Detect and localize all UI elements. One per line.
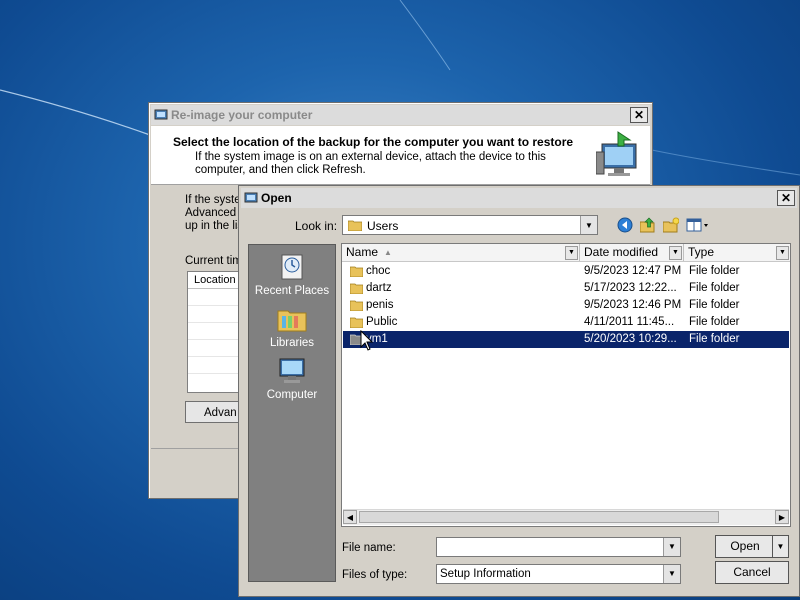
- file-date: 5/17/2023 12:22...: [584, 282, 677, 294]
- place-recent-places[interactable]: Recent Places: [249, 251, 335, 297]
- file-name-field[interactable]: ▼: [436, 537, 681, 557]
- back-icon[interactable]: [616, 216, 634, 234]
- folder-icon: [350, 317, 363, 328]
- file-type-value: Setup Information: [440, 568, 531, 580]
- up-folder-icon[interactable]: [639, 216, 657, 234]
- look-in-value: Users: [367, 219, 399, 233]
- libraries-icon: [277, 310, 307, 332]
- file-row[interactable]: penis 9/5/2023 12:46 PM File folder: [343, 297, 789, 314]
- folder-icon: [350, 266, 363, 277]
- file-type: File folder: [689, 282, 740, 294]
- file-date: 5/20/2023 10:29...: [584, 333, 677, 345]
- file-row[interactable]: choc 9/5/2023 12:47 PM File folder: [343, 263, 789, 280]
- column-name-label: Name: [346, 245, 379, 259]
- column-date-label: Date modified: [584, 245, 659, 259]
- chevron-down-icon[interactable]: ▼: [580, 216, 597, 234]
- chevron-down-icon[interactable]: ▼: [776, 246, 789, 260]
- file-type: File folder: [689, 333, 740, 345]
- open-file-dialog: Open ✕ Look in: Users ▼ Recent Places Li…: [238, 185, 800, 597]
- reimage-subtext: If the system image is on an external de…: [195, 151, 546, 176]
- look-in-label: Look in:: [295, 219, 338, 233]
- file-date: 9/5/2023 12:46 PM: [584, 299, 682, 311]
- scrollbar-thumb[interactable]: [359, 511, 719, 523]
- open-titlebar[interactable]: Open ✕: [241, 188, 797, 208]
- advanced-button[interactable]: Advan: [185, 401, 245, 423]
- view-menu-icon[interactable]: [685, 216, 711, 234]
- open-dialog-icon: [244, 192, 258, 203]
- file-type: File folder: [689, 265, 740, 277]
- file-name: dartz: [366, 282, 392, 294]
- reimage-title: Re-image your computer: [171, 108, 313, 122]
- file-row-selected[interactable]: vm1 5/20/2023 10:29... File folder: [343, 331, 789, 348]
- file-type: File folder: [689, 299, 740, 311]
- cancel-button[interactable]: Cancel: [715, 561, 789, 584]
- reimage-close-button[interactable]: ✕: [630, 107, 648, 123]
- chevron-down-icon[interactable]: ▼: [663, 565, 680, 583]
- place-label: Recent Places: [254, 285, 330, 297]
- chevron-down-icon[interactable]: ▼: [565, 246, 578, 260]
- reimage-body-line: up in the lis: [185, 220, 244, 232]
- chevron-down-icon[interactable]: ▼: [772, 536, 788, 557]
- mouse-pointer-icon: [360, 330, 374, 351]
- open-button[interactable]: Open ▼: [715, 535, 789, 558]
- sort-ascending-icon: ▲: [384, 248, 392, 257]
- close-icon: ✕: [633, 108, 645, 122]
- open-title: Open: [261, 191, 292, 205]
- column-type[interactable]: Type ▼: [684, 244, 790, 261]
- file-type: File folder: [689, 316, 740, 328]
- reimage-header: Select the location of the backup for th…: [151, 126, 650, 185]
- file-name: choc: [366, 265, 391, 277]
- backup-app-icon: [154, 109, 168, 120]
- reimage-heading: Select the location of the backup for th…: [173, 135, 574, 149]
- current-time-label: Current tim: [185, 255, 242, 267]
- places-bar: Recent Places Libraries Computer: [248, 244, 336, 582]
- column-name[interactable]: Name ▲ ▼: [342, 244, 580, 261]
- new-folder-icon[interactable]: [662, 216, 680, 234]
- file-name: Public: [366, 316, 398, 328]
- computer-icon: [279, 358, 305, 383]
- file-type-label: Files of type:: [342, 569, 408, 581]
- chevron-down-icon[interactable]: ▼: [669, 246, 682, 260]
- look-in-dropdown[interactable]: Users ▼: [342, 215, 598, 235]
- recent-places-icon: [281, 254, 303, 280]
- place-libraries[interactable]: Libraries: [249, 303, 335, 349]
- column-type-label: Type: [688, 245, 715, 259]
- place-label: Computer: [266, 389, 318, 401]
- scroll-right-icon[interactable]: ▶: [775, 510, 789, 524]
- reimage-body-line: Advanced: [185, 207, 237, 219]
- file-name: penis: [366, 299, 394, 311]
- folder-icon: [350, 283, 363, 294]
- folder-icon: [348, 220, 362, 231]
- horizontal-scrollbar[interactable]: ◀ ▶: [343, 509, 789, 525]
- folder-icon: [350, 300, 363, 311]
- file-list[interactable]: Name ▲ ▼ Date modified ▼ Type ▼ choc 9/5…: [341, 243, 791, 527]
- file-list-header: Name ▲ ▼ Date modified ▼ Type ▼: [342, 244, 790, 262]
- file-row[interactable]: dartz 5/17/2023 12:22... File folder: [343, 280, 789, 297]
- file-name-label: File name:: [342, 542, 396, 554]
- reimage-body-line: If the syste: [185, 194, 241, 206]
- file-type-select[interactable]: Setup Information ▼: [436, 564, 681, 584]
- chevron-down-icon[interactable]: ▼: [663, 538, 680, 556]
- open-button-label: Open: [730, 539, 760, 553]
- column-date-modified[interactable]: Date modified ▼: [580, 244, 684, 261]
- file-date: 4/11/2011 11:45...: [584, 316, 675, 328]
- close-icon: ✕: [780, 191, 792, 205]
- scroll-left-icon[interactable]: ◀: [343, 510, 357, 524]
- file-date: 9/5/2023 12:47 PM: [584, 265, 682, 277]
- reimage-titlebar[interactable]: Re-image your computer ✕: [151, 105, 650, 125]
- open-close-button[interactable]: ✕: [777, 190, 795, 206]
- file-row[interactable]: Public 4/11/2011 11:45... File folder: [343, 314, 789, 331]
- restore-computer-icon: [596, 131, 637, 176]
- place-computer[interactable]: Computer: [249, 355, 335, 401]
- place-label: Libraries: [269, 337, 315, 349]
